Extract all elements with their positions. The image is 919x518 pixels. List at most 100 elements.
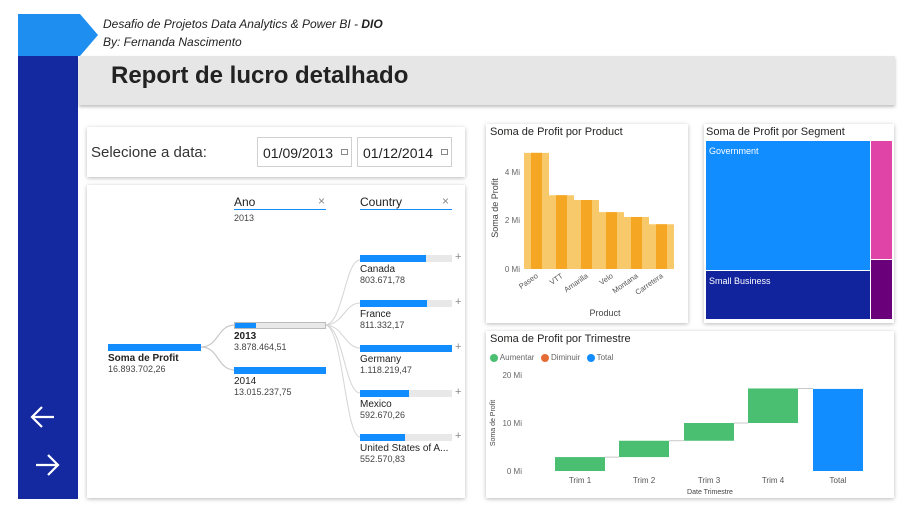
start-date-input[interactable]: 01/09/2013: [257, 137, 352, 167]
quarter-marks: Trim 1 Trim 2 Trim 3 Trim 4 Total: [555, 388, 863, 485]
tree-node-value: 811.332,17: [360, 320, 405, 330]
product-x-tick-amarilla: Amarilla: [562, 271, 590, 294]
quarter-x-tick-total: Total: [830, 476, 847, 485]
tree-node-value: 592.670,26: [360, 410, 406, 420]
product-bar-velo[interactable]: [606, 212, 617, 269]
tree-node-usa[interactable]: United States of A... 552.570,83: [360, 434, 455, 464]
tree-node-value: 803.671,78: [360, 275, 406, 285]
waterfall-bar-total[interactable]: [813, 388, 863, 471]
tree-node-value: 552.570,83: [360, 454, 406, 464]
waterfall-bar-trim-4[interactable]: [748, 388, 798, 423]
sidebar: [18, 55, 78, 499]
calendar-icon[interactable]: [341, 149, 348, 155]
arrow-right-icon[interactable]: [34, 452, 60, 478]
product-x-axis-label: Product: [589, 308, 621, 318]
tree-node-label: 2013: [234, 331, 257, 342]
treemap-label-government: Government: [709, 146, 759, 156]
treemap-label-small-business: Small Business: [709, 276, 771, 286]
quarter-x-tick-trim-3: Trim 3: [698, 476, 721, 485]
tree-node-bar: [360, 345, 452, 352]
tree-node-2013[interactable]: 2013 3.878.464,51: [234, 322, 326, 352]
product-chart-card: Soma de Profit por Product Soma de Profi…: [486, 124, 688, 323]
product-x-tick-carretera: Carretera: [634, 271, 666, 297]
tree-node-value: 3.878.464,51: [234, 342, 287, 352]
treemap-tile-magenta[interactable]: [871, 141, 892, 259]
tree-node-bar: [360, 434, 406, 441]
product-bar-amarilla[interactable]: [581, 200, 592, 269]
product-chart[interactable]: Soma de Profit 0 Mi 2 Mi 4 Mi Paseo VTTAm…: [486, 124, 688, 323]
tree-node-label: United States of A...: [360, 443, 449, 454]
tree-root-label: Soma de Profit: [108, 353, 179, 364]
tree-node-label: 2014: [234, 376, 257, 387]
treemap-tile-small-business[interactable]: Small Business: [706, 271, 870, 319]
product-tick-0: 0 Mi: [505, 265, 520, 274]
tree-node-canada[interactable]: Canada 803.671,78: [360, 255, 452, 285]
author: By: Fernanda Nascimento: [103, 35, 242, 49]
tree-node-bar-track: [360, 345, 452, 352]
product-bar-montana[interactable]: [631, 216, 642, 269]
end-date-value: 01/12/2014: [363, 145, 434, 161]
product-x-tick-paseo: Paseo: [517, 271, 540, 291]
segment-chart-card: Soma de Profit por Segment Government Sm…: [704, 124, 894, 323]
arrow-left-icon[interactable]: [30, 404, 56, 430]
tree-node-label: Canada: [360, 264, 396, 275]
waterfall-bar-trim-3[interactable]: [684, 423, 734, 441]
product-bar-carretera[interactable]: [656, 224, 667, 269]
quarter-x-tick-trim-1: Trim 1: [569, 476, 592, 485]
tree-node-label: France: [360, 309, 392, 320]
product-tick-4: 4 Mi: [505, 168, 520, 177]
tree-node-mexico[interactable]: Mexico 592.670,26: [360, 390, 452, 420]
expand-icon[interactable]: +: [455, 430, 461, 442]
quarter-x-axis-label: Date Trimestre: [687, 489, 733, 496]
tree-node-bar: [360, 390, 409, 397]
tree-node-bar: [234, 367, 326, 374]
tree-root-node[interactable]: Soma de Profit 16.893.702,26: [108, 344, 201, 374]
tree-node-bar-track: [360, 390, 452, 397]
expand-icon[interactable]: +: [455, 341, 461, 353]
product-area: [524, 152, 674, 269]
page-title: Report de lucro detalhado: [111, 62, 409, 89]
tree-node-label: Mexico: [360, 399, 392, 410]
tree-node-bar-track: [360, 300, 452, 307]
product-y-axis-label: Soma de Profit: [490, 178, 500, 238]
header-tab-shape: [18, 14, 98, 56]
calendar-icon[interactable]: [441, 149, 448, 155]
segment-chart-title: Soma de Profit por Segment: [706, 126, 845, 138]
start-date-value: 01/09/2013: [263, 145, 334, 161]
quarter-x-tick-trim-2: Trim 2: [633, 476, 656, 485]
product-marks: Paseo VTTAmarilla VeloMontanaCarretera: [517, 152, 674, 297]
tree-node-bar-track: [360, 434, 452, 441]
subtitle-prefix: Desafio de Projetos Data Analytics & Pow…: [103, 17, 362, 31]
expand-icon[interactable]: +: [455, 386, 461, 398]
subtitle: Desafio de Projetos Data Analytics & Pow…: [103, 17, 383, 31]
product-x-tick-vtt: VTT: [548, 271, 565, 287]
tree-node-bar: [360, 255, 427, 262]
expand-icon[interactable]: +: [455, 296, 461, 308]
date-filter-label: Selecione a data:: [91, 144, 207, 161]
tree-node-germany[interactable]: Germany 1.118.219,47: [360, 345, 452, 375]
product-bar-vtt[interactable]: [556, 195, 567, 269]
treemap-tile-purple[interactable]: [871, 260, 892, 319]
quarter-x-tick-trim-4: Trim 4: [762, 476, 785, 485]
tree-node-value: 13.015.237,75: [234, 387, 292, 397]
tree-node-bar: [235, 323, 256, 328]
product-x-tick-velo: Velo: [598, 271, 615, 287]
end-date-input[interactable]: 01/12/2014: [357, 137, 452, 167]
tree-node-france[interactable]: France 811.332,17: [360, 300, 452, 330]
quarter-chart-card: Soma de Profit por Trimestre Aumentar Di…: [486, 331, 894, 498]
tree-node-value: 1.118.219,47: [360, 365, 412, 375]
tree-node-bar-track: [234, 367, 326, 374]
title-bar: Report de lucro detalhado: [79, 56, 895, 105]
tree-node-label: Germany: [360, 354, 402, 365]
tree-node-2014[interactable]: 2014 13.015.237,75: [234, 367, 326, 397]
treemap-tile-government[interactable]: Government: [706, 141, 870, 270]
subtitle-brand: DIO: [361, 17, 383, 31]
waterfall-bar-trim-2[interactable]: [619, 440, 669, 458]
tree-node-bar: [360, 300, 428, 307]
quarter-tick-20: 20 Mi: [502, 371, 522, 380]
product-bar-paseo[interactable]: [531, 152, 542, 269]
tree-root-value: 16.893.702,26: [108, 364, 166, 374]
expand-icon[interactable]: +: [455, 251, 461, 263]
quarter-chart[interactable]: Soma de Profit 0 Mi 10 Mi 20 Mi Trim 1 Tr…: [486, 331, 894, 498]
waterfall-bar-trim-1[interactable]: [555, 457, 605, 471]
